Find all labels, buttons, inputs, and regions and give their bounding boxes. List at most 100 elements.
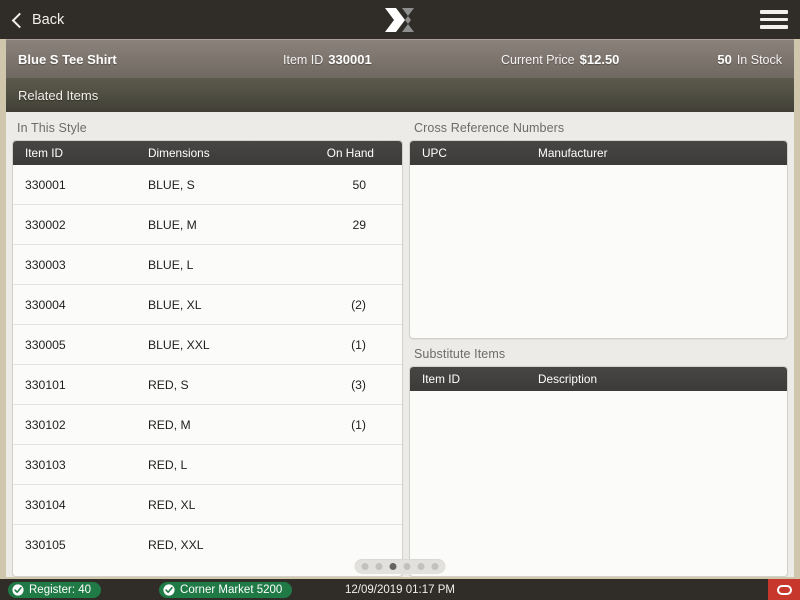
left-column: In This Style Item ID Dimensions On Hand… [12,119,403,577]
clock-timestamp: 12/09/2019 01:17 PM [345,583,455,596]
table-row[interactable]: 330001 BLUE, S 50 [13,165,402,205]
table-row[interactable]: 330002 BLUE, M 29 [13,205,402,245]
cross-reference-title: Cross Reference Numbers [414,121,565,135]
cell-item-id: 330005 [25,337,66,352]
column-header-description: Description [538,372,598,386]
substitute-items-table: Item ID Description [409,366,788,577]
power-icon [776,584,792,595]
chevron-left-icon [11,12,28,28]
table-row[interactable]: 330104 RED, XL [13,485,402,525]
back-button-label: Back [32,11,65,28]
table-header-row: Item ID Dimensions On Hand [13,141,402,165]
cross-reference-rows[interactable] [410,165,787,338]
pagination-dot-1[interactable] [361,563,369,570]
check-circle-icon [12,583,24,596]
menu-bar-3 [760,25,788,29]
cell-item-id: 330002 [25,217,66,232]
cell-dimensions: RED, S [148,377,189,392]
table-row[interactable]: 330103 RED, L [13,445,402,485]
table-header-row: Item ID Description [410,367,787,391]
cross-reference-table: UPC Manufacturer [409,140,788,339]
in-this-style-title: In This Style [17,121,87,135]
cell-on-hand: (2) [351,297,366,312]
back-button[interactable]: Back [11,9,70,31]
menu-bar-2 [760,17,788,22]
in-stock-label: In Stock [736,52,782,67]
column-header-on-hand: On Hand [326,146,374,160]
current-price-label: Current Price [501,52,575,67]
cell-item-id: 330001 [25,177,66,192]
table-row[interactable]: 330005 BLUE, XXL (1) [13,325,402,365]
item-summary-bar: Blue S Tee Shirt Item ID 330001 Current … [6,39,794,78]
cell-on-hand: (1) [351,337,366,352]
item-id-label: Item ID [283,52,324,67]
table-row[interactable]: 330004 BLUE, XL (2) [13,285,402,325]
column-header-dimensions: Dimensions [148,146,210,160]
cell-item-id: 330105 [25,538,66,552]
column-header-upc: UPC [422,146,447,160]
in-stock-field: 50 In Stock [674,52,782,67]
cell-on-hand: (3) [351,377,366,392]
cell-item-id: 330004 [25,297,66,312]
item-id-field: Item ID 330001 [283,52,493,67]
item-name: Blue S Tee Shirt [18,51,117,67]
pagination-dots[interactable] [354,559,446,574]
pagination-dot-6[interactable] [431,563,439,570]
cell-item-id: 330003 [25,257,66,272]
register-label: Register: 40 [29,583,92,596]
right-column: Cross Reference Numbers UPC Manufacturer… [409,119,788,577]
cell-item-id: 330103 [25,457,66,472]
cell-on-hand: 29 [352,217,366,232]
item-id-value: 330001 [328,51,372,67]
substitute-items-rows[interactable] [410,391,787,576]
cell-on-hand: 50 [352,177,366,192]
store-label: Corner Market 5200 [180,583,283,596]
cell-dimensions: RED, M [148,417,191,432]
table-header-row: UPC Manufacturer [410,141,787,165]
power-button[interactable] [768,579,800,600]
store-status-badge[interactable]: Corner Market 5200 [159,581,293,598]
in-stock-value: 50 [717,51,732,67]
substitute-items-panel: Substitute Items Item ID Description [409,345,788,577]
pagination-dot-2[interactable] [375,563,383,570]
table-row[interactable]: 330003 BLUE, L [13,245,402,285]
section-title: Related Items [18,87,99,103]
cell-dimensions: RED, XXL [148,538,204,552]
menu-bar-1 [760,10,788,14]
table-row[interactable]: 330105 RED, XXL [13,525,402,565]
cell-dimensions: RED, L [148,457,188,472]
cell-dimensions: BLUE, XL [148,297,202,312]
cell-on-hand: (1) [351,417,366,432]
column-header-manufacturer: Manufacturer [538,146,608,160]
check-circle-icon [163,583,175,596]
pagination-dot-4[interactable] [403,563,411,570]
register-status-badge[interactable]: Register: 40 [8,581,102,598]
cross-reference-panel: Cross Reference Numbers UPC Manufacturer [409,119,788,339]
column-header-item-id: Item ID [422,372,461,386]
pagination-dot-3[interactable] [389,563,397,570]
pagination-dot-5[interactable] [417,563,425,570]
column-header-item-id: Item ID [25,146,64,160]
substitute-items-title: Substitute Items [414,347,506,361]
table-row[interactable]: 330102 RED, M (1) [13,405,402,445]
top-navigation-bar: Back [0,0,800,39]
in-this-style-panel: In This Style Item ID Dimensions On Hand… [12,119,403,577]
current-price-field: Current Price $12.50 [493,52,674,67]
content-frame: Blue S Tee Shirt Item ID 330001 Current … [0,39,800,577]
cell-dimensions: BLUE, L [148,257,194,272]
main-content: In This Style Item ID Dimensions On Hand… [6,112,794,577]
table-row[interactable]: 330101 RED, S (3) [13,365,402,405]
cell-item-id: 330102 [25,417,66,432]
cell-dimensions: BLUE, XXL [148,337,210,352]
cell-item-id: 330104 [25,497,66,512]
status-bar: Register: 40 Corner Market 5200 12/09/20… [0,577,800,600]
app-root: Back Blue S Tee Shirt Item ID 330001 Cur… [0,0,800,600]
cell-dimensions: BLUE, S [148,177,195,192]
in-this-style-rows[interactable]: 330001 BLUE, S 50 330002 BLUE, M 29 330003 BLUE… [13,165,402,576]
cell-dimensions: RED, XL [148,497,196,512]
x-logo [383,6,417,34]
related-items-section-header: Related Items [6,78,794,112]
hamburger-menu-icon[interactable] [760,7,788,32]
cell-item-id: 330101 [25,377,66,392]
cell-dimensions: BLUE, M [148,217,197,232]
